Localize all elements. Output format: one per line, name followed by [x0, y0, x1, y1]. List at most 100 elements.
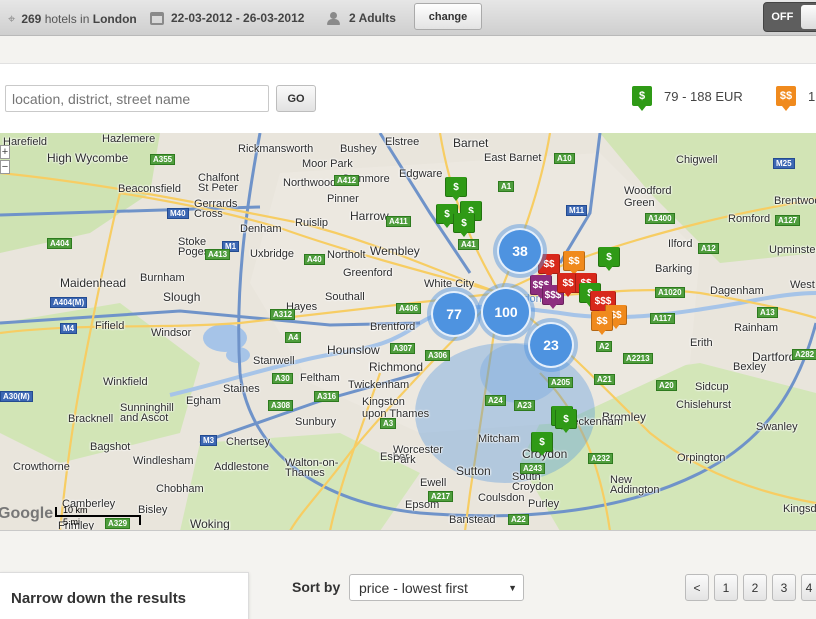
place-label: Richmond	[369, 360, 424, 374]
hotel-count-summary: ⌖ 269 hotels in London	[8, 11, 137, 27]
location-search-row: GO $ 79 - 188 EUR $$ 1	[0, 63, 816, 133]
road-shield: A30	[272, 373, 293, 384]
place-label: Walton-on-Thames	[285, 457, 339, 479]
zoom-in-button[interactable]: +	[0, 145, 10, 159]
hotel-price-pin[interactable]: $	[598, 247, 620, 271]
hotel-price-pin[interactable]: $$	[563, 251, 585, 275]
place-label: Chigwell	[676, 154, 718, 166]
place-label: Edgware	[399, 168, 443, 180]
place-label: Northwood	[283, 177, 337, 189]
toggle-off-label: OFF	[771, 11, 794, 23]
location-search-input[interactable]	[5, 85, 269, 112]
place-label: Banstead	[449, 514, 496, 526]
place-label: Harrow	[350, 209, 389, 223]
pagination-prev[interactable]: <	[685, 574, 709, 601]
place-label: Coulsdon	[478, 492, 525, 504]
hotel-cluster[interactable]: 77	[431, 291, 477, 337]
place-label: Mitcham	[478, 433, 520, 445]
place-label: Gerrards Cross	[194, 198, 238, 220]
place-label: White City	[424, 278, 475, 290]
search-summary-bar: ⌖ 269 hotels in London 22-03-2012 - 26-0…	[0, 0, 816, 36]
place-label: Winkfield	[103, 376, 148, 388]
price-legend-range: 1	[808, 88, 816, 104]
road-shield: A308	[268, 400, 294, 411]
pagination-page-1[interactable]: 1	[714, 574, 738, 601]
place-label: Romford	[728, 213, 771, 225]
road-shield: A243	[520, 463, 546, 474]
place-label: Erith	[690, 337, 713, 349]
place-label: Moor Park	[302, 158, 353, 170]
hotel-price-pin[interactable]: $	[453, 213, 475, 237]
hotel-map[interactable]: Harefield Barnet East Barnet High Wycomb…	[0, 133, 816, 531]
calendar-icon	[150, 11, 164, 25]
place-label: Bracknell	[68, 413, 114, 425]
person-icon	[326, 11, 342, 25]
hotel-price-pin[interactable]: $	[445, 177, 467, 201]
place-label: Purley	[528, 498, 560, 510]
road-shield: A4	[285, 332, 302, 343]
place-label: Chalfont St Peter	[198, 172, 239, 194]
place-label: Elstree	[385, 136, 420, 148]
road-shield: M4	[60, 323, 78, 334]
road-shield: A1020	[655, 287, 685, 298]
google-logo: Google	[0, 505, 54, 522]
place-label: Staines	[223, 383, 260, 395]
place-label: Fifield	[95, 320, 125, 332]
road-shield: A2	[596, 341, 613, 352]
place-label: Pinner	[327, 193, 359, 205]
place-label: Southall	[325, 291, 365, 303]
road-shield: A307	[390, 343, 416, 354]
place-label: Windlesham	[133, 455, 194, 467]
hotels-in-text: hotels in	[44, 12, 90, 26]
map-toggle[interactable]: OFF	[763, 2, 816, 32]
hotel-cluster[interactable]: 100	[481, 287, 531, 337]
place-label: Ilford	[668, 238, 693, 250]
road-shield: A24	[485, 395, 506, 406]
road-shield: A217	[428, 491, 454, 502]
place-label: Beaconsfield	[118, 183, 181, 195]
narrow-results-title: Narrow down the results	[11, 590, 187, 607]
place-label: Brentford	[370, 321, 416, 333]
sort-select[interactable]: price - lowest first ▼	[349, 574, 524, 601]
location-pin-icon: ⌖	[8, 11, 16, 26]
zoom-out-button[interactable]: −	[0, 160, 10, 174]
hotel-cluster[interactable]: 23	[528, 322, 574, 368]
hotel-cluster[interactable]: 38	[497, 228, 543, 274]
place-label: Addlestone	[214, 461, 270, 473]
place-label: Hounslow	[327, 343, 380, 357]
place-label: Chobham	[156, 483, 204, 495]
place-label: West Thurrock	[790, 279, 816, 291]
sort-label: Sort by	[292, 579, 341, 595]
toggle-knob[interactable]	[800, 5, 816, 29]
road-shield: A12	[698, 243, 719, 254]
sort-selected-value: price - lowest first	[359, 579, 468, 596]
road-shield: A2213	[623, 353, 653, 364]
place-label: Sutton	[456, 464, 491, 478]
road-shield: M11	[566, 205, 588, 216]
road-shield: A21	[594, 374, 615, 385]
hotel-price-pin[interactable]: $	[531, 432, 553, 456]
place-label: Ewell	[420, 477, 447, 489]
pagination-page-2[interactable]: 2	[743, 574, 767, 601]
place-label: Rickmansworth	[238, 143, 314, 155]
place-label: Feltham	[300, 372, 340, 384]
hotel-price-pin[interactable]: $$	[591, 311, 613, 335]
road-shield: A404	[47, 238, 73, 249]
pagination-page-4[interactable]: 4	[801, 574, 816, 601]
go-button[interactable]: GO	[276, 85, 316, 112]
hotel-price-pin[interactable]: $	[555, 409, 577, 433]
price-pin-icon: $$	[776, 86, 796, 111]
scale-km-label: 10 km	[63, 505, 88, 515]
place-label: Sidcup	[695, 381, 729, 393]
road-shield: A412	[334, 175, 360, 186]
road-shield: A282	[792, 349, 816, 360]
change-search-button[interactable]: change	[414, 3, 482, 30]
road-shield: A205	[548, 377, 574, 388]
road-shield: A30(M)	[0, 391, 33, 402]
place-label: Barnet	[453, 136, 489, 150]
road-shield: M40	[167, 208, 189, 219]
place-label: Dartford	[752, 350, 796, 364]
pagination-page-3[interactable]: 3	[772, 574, 796, 601]
map-scale: 10 km 5 mi	[55, 505, 165, 527]
road-shield: A316	[314, 391, 340, 402]
